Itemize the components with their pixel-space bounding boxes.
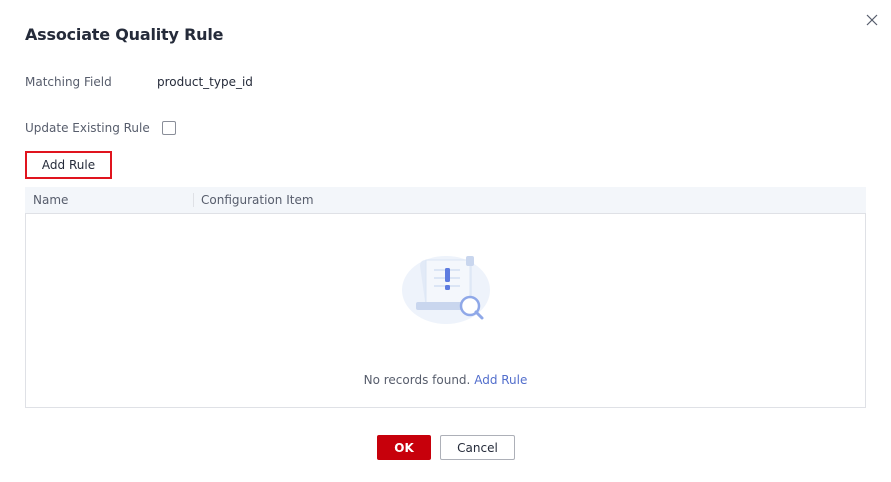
column-header-name: Name (33, 193, 69, 207)
dialog-title: Associate Quality Rule (25, 25, 224, 44)
matching-field-label: Matching Field (25, 75, 112, 89)
update-existing-rule-checkbox[interactable] (161, 121, 176, 135)
cancel-button[interactable]: Cancel (440, 435, 515, 460)
column-divider (193, 193, 194, 207)
ok-button[interactable]: OK (377, 435, 431, 460)
table-body: No records found. Add Rule (25, 213, 866, 408)
associate-quality-rule-dialog: Associate Quality Rule Matching Field pr… (0, 0, 891, 482)
update-existing-rule-row: Update Existing Rule (25, 121, 176, 135)
matching-field-row: Matching Field product_type_id (25, 75, 253, 89)
rules-table: Name Configuration Item No records found… (25, 187, 866, 408)
empty-records-icon (402, 248, 494, 326)
empty-state-message: No records found. Add Rule (26, 373, 865, 387)
empty-state-add-rule-link[interactable]: Add Rule (474, 373, 527, 387)
table-header: Name Configuration Item (25, 187, 866, 213)
close-icon[interactable] (862, 10, 882, 30)
matching-field-value: product_type_id (157, 75, 253, 89)
update-existing-rule-label: Update Existing Rule (25, 121, 150, 135)
column-header-configuration-item: Configuration Item (201, 193, 314, 207)
empty-state-text: No records found. (363, 373, 471, 387)
add-rule-button[interactable]: Add Rule (25, 151, 112, 179)
